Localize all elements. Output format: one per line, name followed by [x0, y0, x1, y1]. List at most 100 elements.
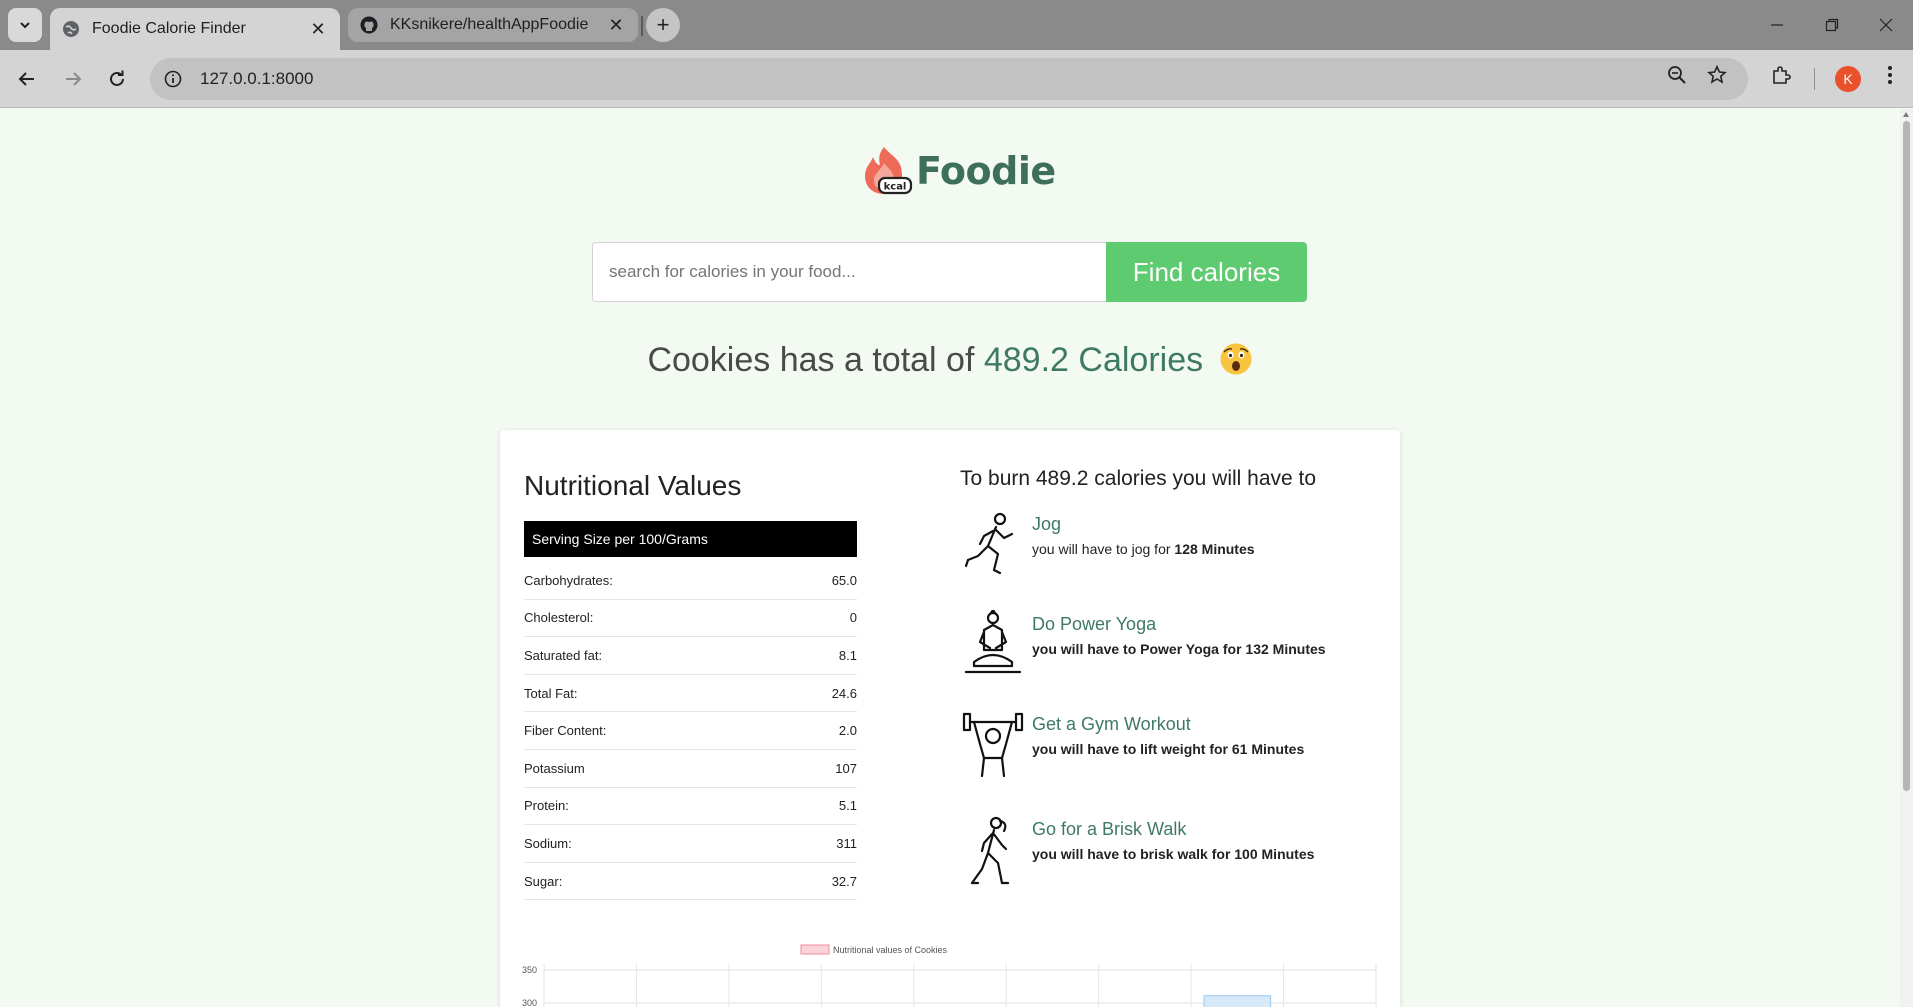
tab-title: Foodie Calorie Finder — [92, 20, 246, 37]
logo-text: Foodie — [916, 149, 1056, 193]
arrow-left-icon — [18, 72, 34, 86]
nutrition-row: Cholesterol: 0 — [524, 600, 857, 638]
nutrient-value: 311 — [836, 835, 857, 851]
close-tab-icon[interactable]: ✕ — [606, 15, 626, 35]
yoga-person-icon — [960, 608, 1026, 682]
bar-sodium — [1203, 995, 1272, 1007]
nutrition-bar-chart: Nutritional values of Cookies 350 300 — [522, 944, 1377, 1007]
reload-button[interactable] — [98, 60, 136, 98]
nutrient-label: Saturated fat: — [524, 647, 603, 663]
nutrient-value: 24.6 — [831, 685, 857, 701]
nutrient-value: 65.0 — [831, 572, 857, 588]
nutrient-label: Protein: — [524, 798, 569, 814]
nutrition-row: Sodium: 311 — [524, 825, 857, 863]
new-tab-button[interactable]: + — [646, 8, 680, 42]
nutrition-row: Saturated fat: 8.1 — [524, 637, 857, 675]
foodie-logo[interactable]: kcal Foodie — [862, 145, 1056, 197]
activity-desc-text: you will have to jog for — [1032, 541, 1175, 557]
activity-yoga: Do Power Yoga you will have to Power Yog… — [960, 608, 1326, 682]
nutrition-row: Total Fat: 24.6 — [524, 675, 857, 713]
activity-name[interactable]: Jog — [1032, 514, 1255, 535]
shocked-face-emoji-icon — [1219, 342, 1253, 376]
address-bar[interactable]: 127.0.0.1:8000 — [150, 58, 1748, 100]
toolbar-separator — [1814, 68, 1815, 90]
profile-avatar[interactable]: K — [1835, 66, 1861, 92]
nutrient-label: Carbohydrates: — [524, 572, 613, 588]
globe-icon — [62, 20, 80, 38]
tab-github[interactable]: KKsnikere/healthAppFoodie ✕ — [348, 8, 638, 42]
nutrient-value: 32.7 — [831, 873, 857, 889]
nutrition-table: Carbohydrates: 65.0 Cholesterol: 0 Saturat… — [524, 562, 857, 901]
activity-description: you will have to Power Yoga for 132 Minu… — [1032, 641, 1326, 657]
close-icon — [1879, 18, 1893, 32]
y-tick-label: 300 — [522, 998, 537, 1007]
walking-person-icon — [960, 815, 1026, 887]
close-window-button[interactable] — [1856, 8, 1913, 42]
site-info-icon[interactable] — [158, 64, 188, 94]
activity-jog: Jog you will have to jog for 128 Minutes — [960, 510, 1255, 582]
page-scrollbar[interactable] — [1900, 109, 1913, 1007]
nutrition-title: Nutritional Values — [524, 470, 742, 501]
legend-label: Nutritional values of Cookies — [833, 945, 948, 955]
legend-swatch — [800, 944, 830, 955]
search-form: Find calories — [592, 242, 1307, 302]
nutrient-label: Potassium — [524, 760, 585, 776]
activity-walk: Go for a Brisk Walk you will have to bri… — [960, 815, 1314, 887]
serving-size-bar: Serving Size per 100/Grams — [524, 521, 857, 557]
nutrient-value: 5.1 — [838, 798, 857, 814]
menu-dots-icon[interactable] — [1873, 58, 1907, 92]
y-tick-label: 350 — [522, 965, 537, 975]
extensions-icon[interactable] — [1764, 58, 1798, 92]
minimize-button[interactable] — [1747, 8, 1807, 42]
nutrition-card: Nutritional Values Serving Size per 100/… — [500, 430, 1400, 1007]
forward-button[interactable] — [54, 60, 92, 98]
activity-gym: Get a Gym Workout you will have to lift … — [960, 710, 1304, 782]
nutrition-row: Fiber Content: 2.0 — [524, 712, 857, 750]
tab-search-button[interactable] — [8, 8, 42, 42]
nutrient-value: 107 — [835, 760, 857, 776]
chevron-down-icon — [20, 22, 30, 29]
nutrient-label: Sugar: — [524, 873, 563, 889]
scrollbar-thumb[interactable] — [1903, 121, 1910, 791]
minimize-icon — [1771, 24, 1783, 26]
browser-toolbar: 127.0.0.1:8000 — [0, 50, 1913, 108]
restore-button[interactable] — [1802, 8, 1862, 42]
nutrient-label: Fiber Content: — [524, 723, 607, 739]
nutrition-row: Protein: 5.1 — [524, 788, 857, 826]
tab-foodie[interactable]: Foodie Calorie Finder ✕ — [50, 8, 340, 50]
calorie-result-heading: Cookies has a total of 489.2 Calories — [0, 341, 1900, 380]
activity-name[interactable]: Go for a Brisk Walk — [1032, 819, 1314, 840]
activity-desc-bold: 128 Minutes — [1174, 541, 1255, 557]
nutrient-value: 8.1 — [838, 647, 857, 663]
logo-badge-text: kcal — [884, 182, 907, 193]
url-text: 127.0.0.1:8000 — [200, 69, 314, 88]
jogging-person-icon — [960, 510, 1026, 582]
result-calories: 489.2 Calories — [983, 341, 1204, 379]
nutrient-value: 0 — [849, 610, 857, 626]
tab-separator — [641, 16, 643, 36]
burn-title: To burn 489.2 calories you will have to — [960, 467, 1317, 490]
bookmark-star-icon[interactable] — [1700, 58, 1734, 92]
restore-icon — [1825, 18, 1839, 32]
find-calories-button[interactable]: Find calories — [1106, 242, 1307, 302]
nutrition-row: Potassium 107 — [524, 750, 857, 788]
activity-description: you will have to jog for 128 Minutes — [1032, 541, 1255, 557]
scroll-up-arrow-icon[interactable] — [1903, 112, 1909, 117]
flame-kcal-icon: kcal — [862, 145, 916, 197]
result-prefix: Cookies has a total of — [647, 341, 984, 379]
nutrient-label: Cholesterol: — [524, 610, 594, 626]
activity-name[interactable]: Do Power Yoga — [1032, 614, 1326, 635]
nutrient-label: Sodium: — [524, 835, 572, 851]
back-button[interactable] — [8, 60, 46, 98]
food-search-input[interactable] — [592, 242, 1106, 302]
close-tab-icon[interactable]: ✕ — [308, 19, 328, 39]
tab-strip: Foodie Calorie Finder ✕ KKsnikere/health… — [0, 0, 1913, 50]
activity-description: you will have to lift weight for 61 Minu… — [1032, 741, 1305, 757]
activity-name[interactable]: Get a Gym Workout — [1032, 714, 1304, 735]
nutrition-row: Carbohydrates: 65.0 — [524, 562, 857, 600]
github-icon — [360, 16, 378, 34]
weightlifting-person-icon — [960, 710, 1026, 782]
reload-icon — [110, 70, 124, 86]
zoom-icon[interactable] — [1660, 58, 1694, 92]
page-content: kcal Foodie Find calories Cookies has a … — [0, 109, 1900, 1007]
